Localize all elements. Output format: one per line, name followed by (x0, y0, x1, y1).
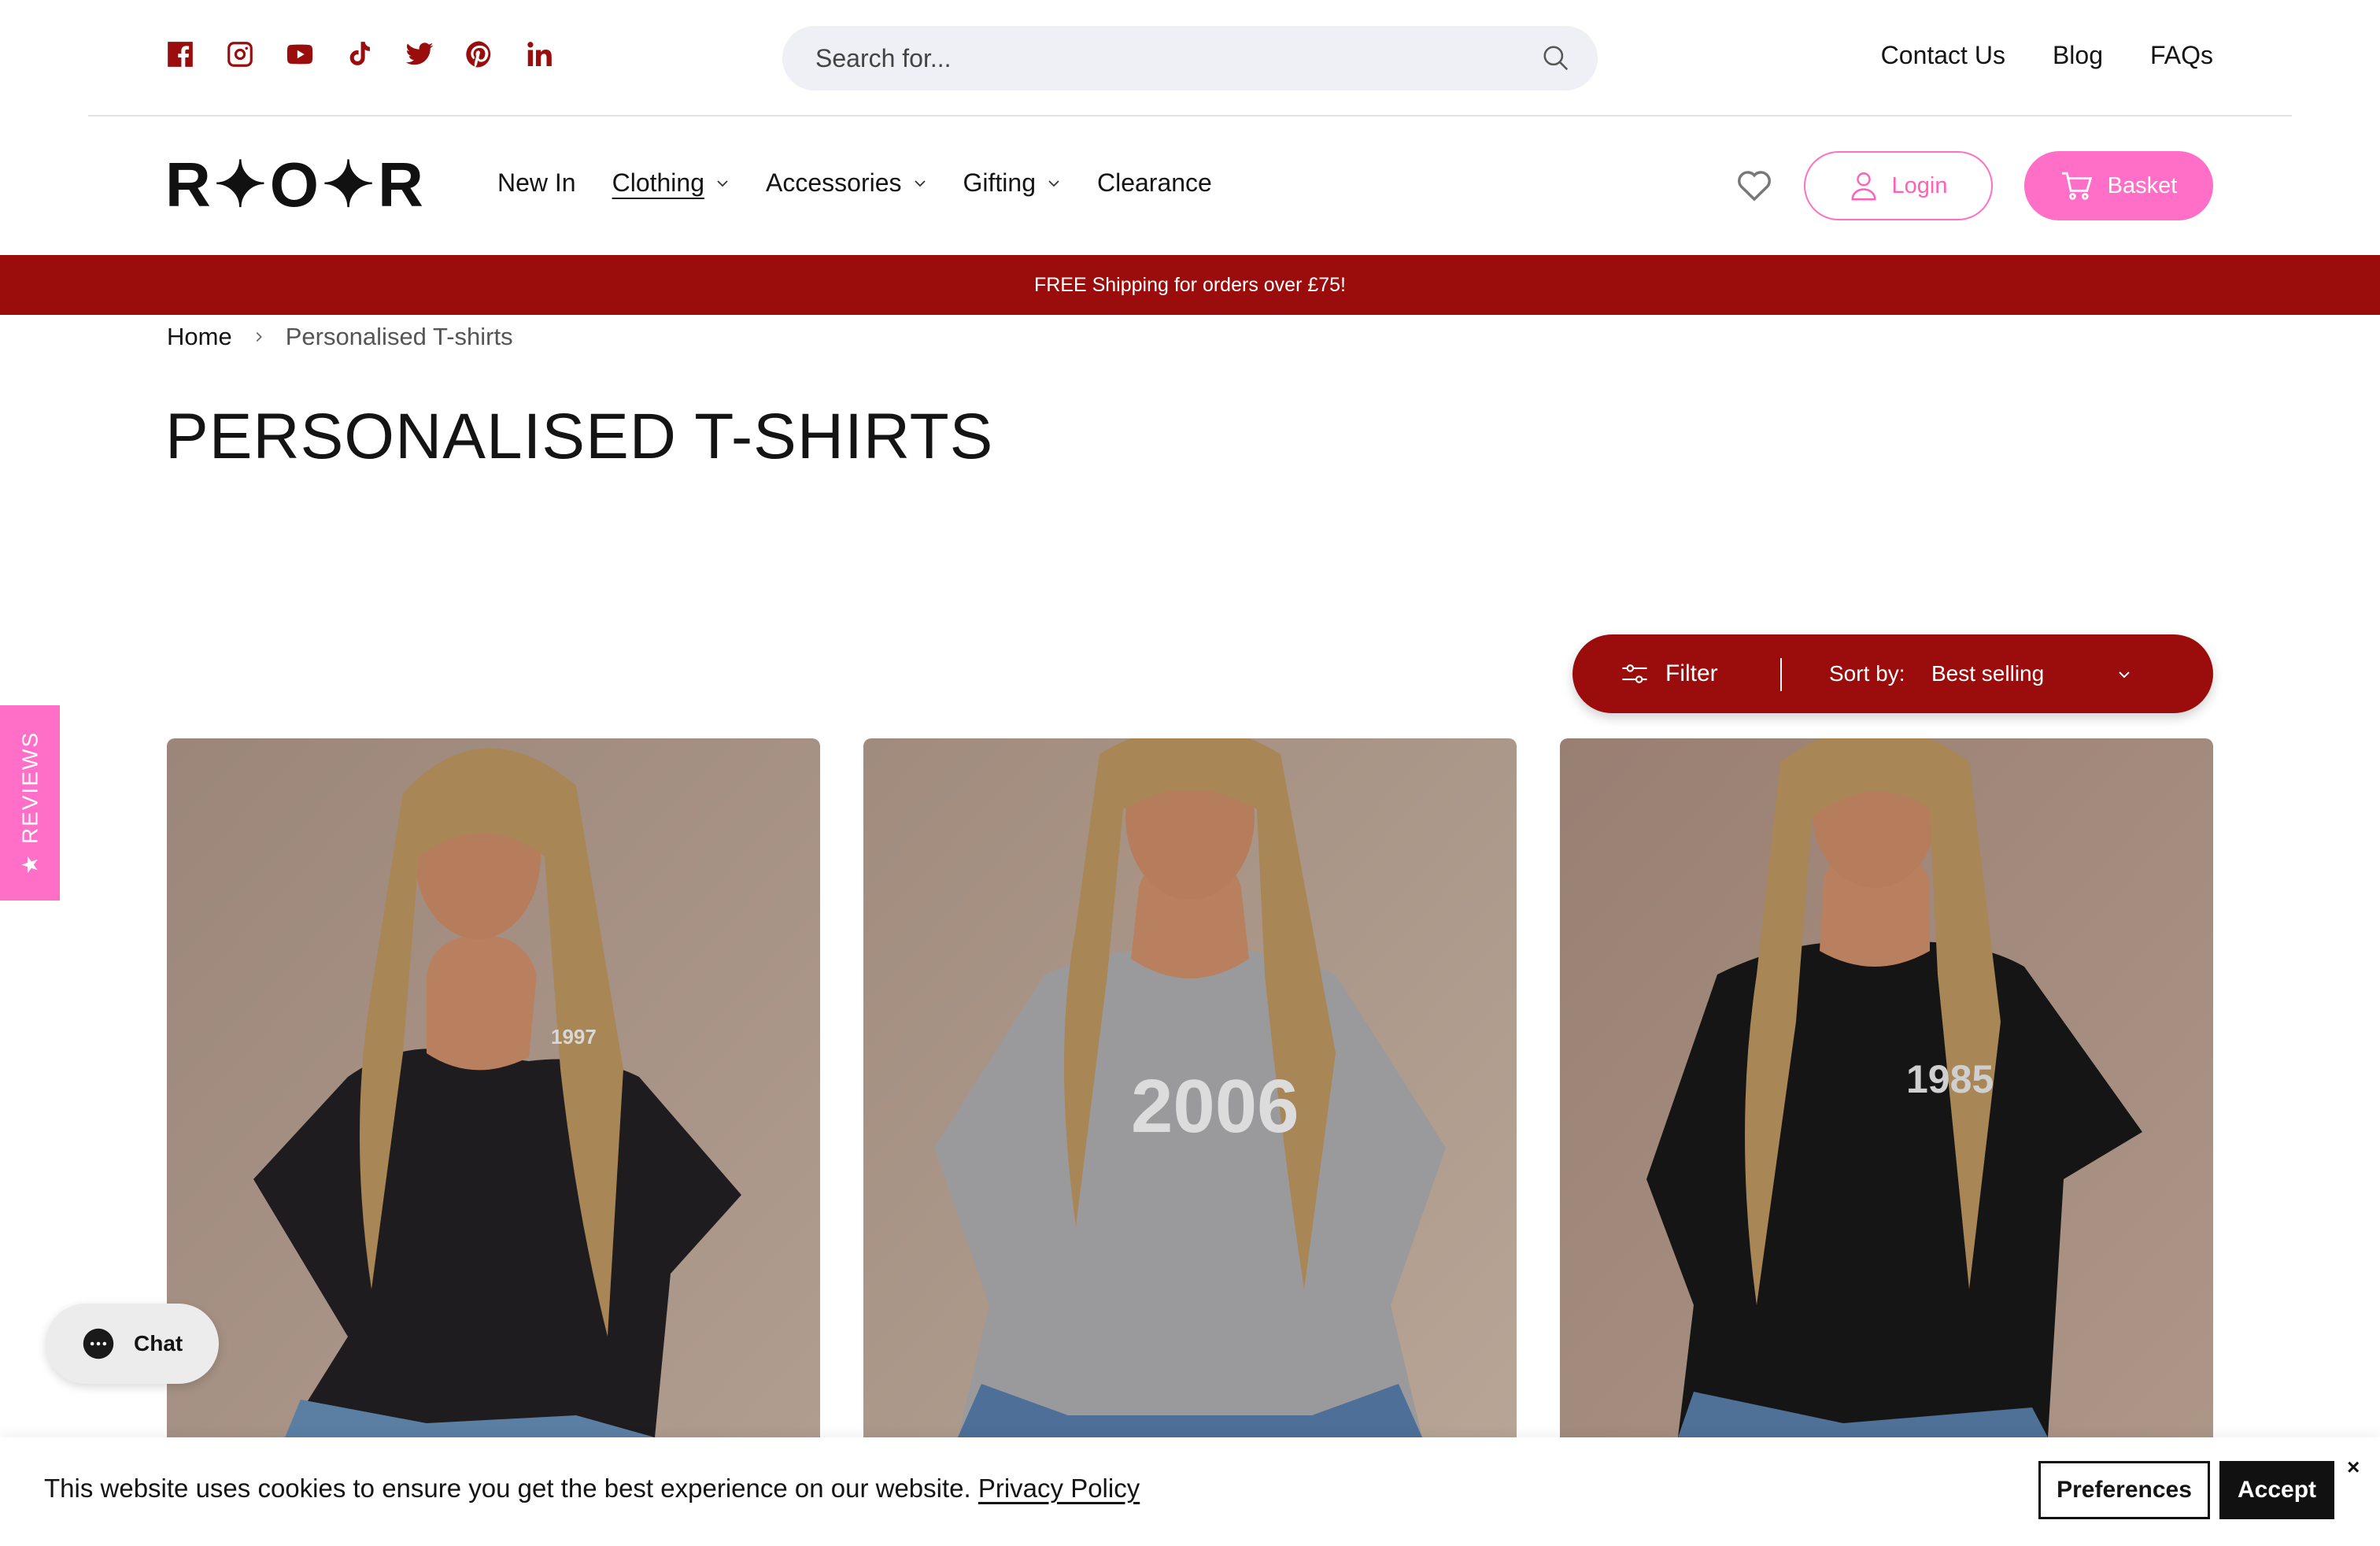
page-title: PERSONALISED T-SHIRTS (165, 401, 994, 472)
nav-new-in[interactable]: New In (497, 168, 576, 198)
product-card[interactable]: 1997 (167, 738, 820, 1437)
chat-label: Chat (134, 1331, 183, 1356)
filter-button[interactable]: Filter (1621, 634, 1718, 713)
cookie-banner: This website uses cookies to ensure you … (0, 1437, 2380, 1546)
sort-select[interactable]: Best selling (1931, 634, 2044, 713)
blog-link[interactable]: Blog (2053, 41, 2103, 70)
reviews-tab[interactable]: ★ REVIEWS (0, 705, 60, 901)
reviews-label: REVIEWS (17, 730, 42, 845)
login-label: Login (1891, 172, 1948, 198)
login-button[interactable]: Login (1804, 151, 1993, 220)
utility-links: Contact Us Blog FAQs (1881, 41, 2213, 70)
chat-button[interactable]: Chat (46, 1304, 219, 1384)
filter-label: Filter (1665, 660, 1718, 686)
nav-clothing-label: Clothing (612, 168, 704, 197)
basket-button[interactable]: Basket (2024, 151, 2213, 220)
sliders-icon (1622, 664, 1647, 683)
product-print-text: 2006 (1131, 1064, 1299, 1148)
product-card[interactable]: 1985 (1560, 738, 2213, 1437)
product-print-text: 1985 (1906, 1057, 1994, 1101)
chevron-down-icon[interactable] (2117, 668, 2131, 682)
product-image: 2006 (863, 738, 1517, 1437)
sort-label: Sort by: (1829, 661, 1905, 686)
chevron-down-icon (1048, 179, 1059, 187)
nav-accessories[interactable]: Accessories (766, 168, 927, 198)
shipping-banner: FREE Shipping for orders over £75! (0, 255, 2380, 315)
close-icon[interactable]: × (2347, 1455, 2360, 1480)
toolbar-divider (1780, 658, 1782, 691)
nav-accessories-label: Accessories (766, 168, 902, 197)
pinterest-icon[interactable] (464, 39, 494, 69)
cookie-text: This website uses cookies to ensure you … (44, 1474, 971, 1503)
nav-gifting[interactable]: Gifting (963, 168, 1061, 198)
nav-clothing[interactable]: Clothing (612, 168, 730, 198)
filter-sort-bar: Filter Sort by: Best selling (1572, 634, 2213, 713)
cart-icon (2061, 172, 2092, 200)
accept-button[interactable]: Accept (2219, 1461, 2334, 1519)
user-icon (1851, 172, 1876, 201)
tiktok-icon[interactable] (345, 39, 375, 69)
breadcrumb-current: Personalised T-shirts (285, 323, 513, 350)
product-image: 1985 (1560, 738, 2213, 1437)
breadcrumb: Home Personalised T-shirts (167, 323, 513, 351)
ror-logo[interactable]: R✦O✦R (165, 153, 427, 216)
nav-new-in-label: New In (497, 168, 576, 197)
nav-gifting-label: Gifting (963, 168, 1036, 197)
chevron-down-icon (914, 179, 926, 187)
search-input[interactable] (814, 26, 1522, 91)
breadcrumb-home[interactable]: Home (167, 323, 232, 351)
faqs-link[interactable]: FAQs (2150, 41, 2213, 70)
wishlist-heart-icon[interactable] (1736, 168, 1772, 202)
header-divider (88, 115, 2292, 117)
product-print-text: 1997 (551, 1025, 597, 1049)
twitter-icon[interactable] (405, 39, 434, 69)
facebook-icon[interactable] (165, 39, 195, 69)
cookie-message: This website uses cookies to ensure you … (44, 1474, 1140, 1503)
linkedin-icon[interactable] (524, 39, 554, 69)
star-icon: ★ (17, 853, 42, 875)
main-nav: New In Clothing Accessories Gifting Clea… (497, 168, 1212, 198)
chevron-right-icon (256, 332, 262, 342)
logo-text: R✦O✦R (165, 150, 427, 220)
nav-clearance-label: Clearance (1096, 168, 1212, 197)
shipping-banner-text: FREE Shipping for orders over £75! (1033, 273, 1347, 296)
search-bar (782, 26, 1598, 91)
preferences-button[interactable]: Preferences (2038, 1461, 2210, 1519)
youtube-icon[interactable] (285, 39, 315, 69)
search-icon[interactable] (1541, 43, 1571, 73)
nav-clearance[interactable]: Clearance (1097, 168, 1212, 198)
instagram-icon[interactable] (225, 39, 255, 69)
utility-bar: Contact Us Blog FAQs (0, 0, 2380, 117)
chevron-down-icon (717, 179, 728, 187)
product-image: 1997 (167, 738, 820, 1437)
privacy-policy-link[interactable]: Privacy Policy (978, 1474, 1140, 1503)
contact-us-link[interactable]: Contact Us (1881, 41, 2005, 70)
product-card[interactable]: 2006 (863, 738, 1517, 1437)
basket-label: Basket (2107, 172, 2178, 198)
social-links (165, 39, 554, 69)
chat-bubble-icon (83, 1328, 114, 1359)
